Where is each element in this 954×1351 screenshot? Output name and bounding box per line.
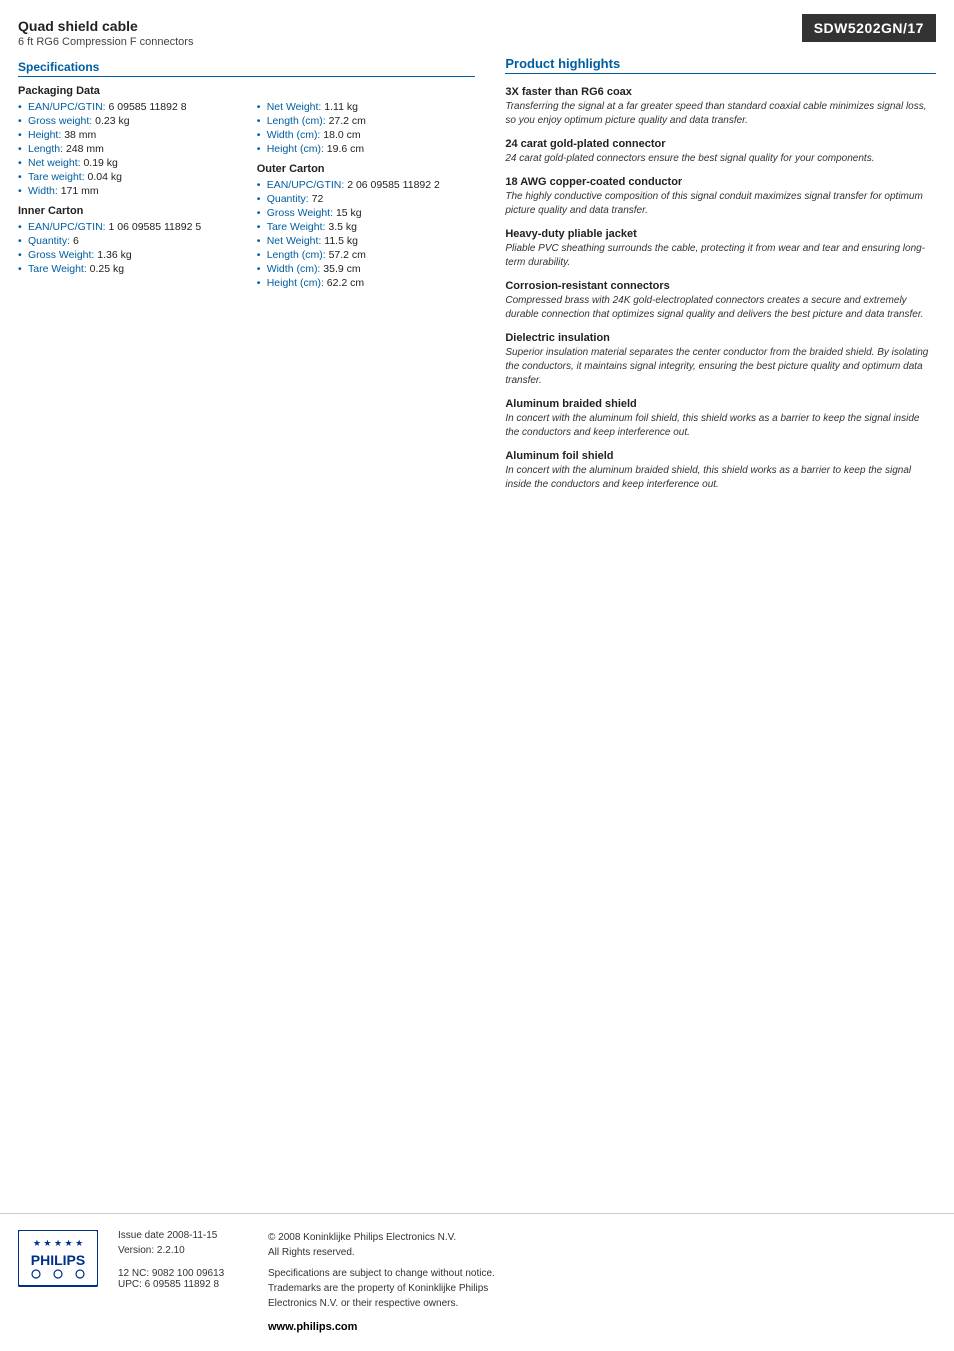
list-item: Net weight: 0.19 kg <box>18 157 237 169</box>
highlight-title: Corrosion-resistant connectors <box>505 280 936 292</box>
issue-date-value: 2008-11-15 <box>167 1230 217 1241</box>
highlight-item: Aluminum braided shield In concert with … <box>505 398 936 440</box>
list-item: Height: 38 mm <box>18 129 237 141</box>
issue-date-label: Issue date <box>118 1230 164 1241</box>
highlight-title: Dielectric insulation <box>505 332 936 344</box>
highlight-item: 3X faster than RG6 coax Transferring the… <box>505 86 936 128</box>
left-panel: Quad shield cable 6 ft RG6 Compression F… <box>18 18 495 1193</box>
highlight-desc: Transferring the signal at a far greater… <box>505 100 936 128</box>
version-label: Version: <box>118 1245 154 1256</box>
list-item: Width (cm): 18.0 cm <box>257 129 476 141</box>
list-item: Length: 248 mm <box>18 143 237 155</box>
highlight-desc: 24 carat gold-plated connectors ensure t… <box>505 152 936 166</box>
issue-date-row: Issue date 2008-11-15 <box>118 1230 248 1241</box>
highlight-desc: Pliable PVC sheathing surrounds the cabl… <box>505 242 936 270</box>
packaging-col2-list: Net Weight: 1.11 kg Length (cm): 27.2 cm W… <box>257 101 476 155</box>
list-item: Length (cm): 57.2 cm <box>257 249 476 261</box>
highlight-desc: Compressed brass with 24K gold-electropl… <box>505 294 936 322</box>
version-row: Version: 2.2.10 <box>118 1245 248 1256</box>
highlight-item: Dielectric insulation Superior insulatio… <box>505 332 936 388</box>
list-item: Tare Weight: 0.25 kg <box>18 263 237 275</box>
highlight-item: 24 carat gold-plated connector 24 carat … <box>505 138 936 166</box>
highlight-title: Aluminum foil shield <box>505 450 936 462</box>
philips-logo: ★ ★ ★ ★ ★ PHILIPS <box>18 1230 98 1293</box>
highlight-item: Aluminum foil shield In concert with the… <box>505 450 936 492</box>
packaging-col-left: EAN/UPC/GTIN: 6 09585 11892 8 Gross weigh… <box>18 101 237 297</box>
philips-logo-svg: ★ ★ ★ ★ ★ PHILIPS <box>18 1230 98 1290</box>
highlight-title: 18 AWG copper-coated conductor <box>505 176 936 188</box>
list-item: Gross Weight: 15 kg <box>257 207 476 219</box>
list-item: Length (cm): 27.2 cm <box>257 115 476 127</box>
packaging-list: EAN/UPC/GTIN: 6 09585 11892 8 Gross weigh… <box>18 101 237 197</box>
list-item: Quantity: 72 <box>257 193 476 205</box>
website: www.philips.com <box>268 1319 936 1336</box>
product-name: Quad shield cable <box>18 18 475 34</box>
list-item: Height (cm): 19.6 cm <box>257 143 476 155</box>
legal-text: Specifications are subject to change wit… <box>268 1266 936 1311</box>
svg-text:★ ★ ★ ★ ★: ★ ★ ★ ★ ★ <box>33 1238 83 1248</box>
highlight-desc: In concert with the aluminum braided shi… <box>505 464 936 492</box>
list-item: Tare Weight: 3.5 kg <box>257 221 476 233</box>
packaging-col-right: Net Weight: 1.11 kg Length (cm): 27.2 cm W… <box>257 101 476 297</box>
highlight-title: 3X faster than RG6 coax <box>505 86 936 98</box>
product-model-box: SDW5202GN/17 <box>802 14 936 42</box>
outer-carton-list: EAN/UPC/GTIN: 2 06 09585 11892 2 Quantity… <box>257 179 476 289</box>
footer-legal-area: © 2008 Koninklijke Philips Electronics N… <box>268 1230 936 1336</box>
right-panel: SDW5202GN/17 Product highlights 3X faste… <box>495 18 936 1193</box>
packaging-specs-area: EAN/UPC/GTIN: 6 09585 11892 8 Gross weigh… <box>18 101 475 297</box>
page-wrapper: Quad shield cable 6 ft RG6 Compression F… <box>0 0 954 1351</box>
list-item: Gross Weight: 1.36 kg <box>18 249 237 261</box>
highlight-desc: The highly conductive composition of thi… <box>505 190 936 218</box>
highlight-item: Corrosion-resistant connectors Compresse… <box>505 280 936 322</box>
list-item: Gross weight: 0.23 kg <box>18 115 237 127</box>
packaging-data-heading: Packaging Data <box>18 85 475 97</box>
list-item: Net Weight: 11.5 kg <box>257 235 476 247</box>
right-panel-inner: Product highlights 3X faster than RG6 co… <box>505 56 936 492</box>
footer: ★ ★ ★ ★ ★ PHILIPS Issue date 2008-11-15 … <box>0 1213 954 1351</box>
list-item: Quantity: 6 <box>18 235 237 247</box>
list-item: EAN/UPC/GTIN: 1 06 09585 11892 5 <box>18 221 237 233</box>
inner-carton-list: EAN/UPC/GTIN: 1 06 09585 11892 5 Quantity… <box>18 221 237 275</box>
highlight-title: Heavy-duty pliable jacket <box>505 228 936 240</box>
main-content: Quad shield cable 6 ft RG6 Compression F… <box>0 0 954 1193</box>
highlight-item: Heavy-duty pliable jacket Pliable PVC sh… <box>505 228 936 270</box>
specifications-heading: Specifications <box>18 60 475 77</box>
highlight-item: 18 AWG copper-coated conductor The highl… <box>505 176 936 218</box>
outer-carton-heading: Outer Carton <box>257 163 476 175</box>
highlights-list: 3X faster than RG6 coax Transferring the… <box>505 86 936 492</box>
version-value: 2.2.10 <box>157 1245 185 1256</box>
list-item: EAN/UPC/GTIN: 6 09585 11892 8 <box>18 101 237 113</box>
inner-carton-heading: Inner Carton <box>18 205 237 217</box>
highlight-desc: In concert with the aluminum foil shield… <box>505 412 936 440</box>
list-item: Width: 171 mm <box>18 185 237 197</box>
right-header-area: SDW5202GN/17 <box>505 18 936 56</box>
highlight-title: Aluminum braided shield <box>505 398 936 410</box>
highlight-title: 24 carat gold-plated connector <box>505 138 936 150</box>
footer-meta: Issue date 2008-11-15 Version: 2.2.10 12… <box>118 1230 248 1290</box>
product-subtitle: 6 ft RG6 Compression F connectors <box>18 36 475 48</box>
list-item: EAN/UPC/GTIN: 2 06 09585 11892 2 <box>257 179 476 191</box>
list-item: Net Weight: 1.11 kg <box>257 101 476 113</box>
copyright: © 2008 Koninklijke Philips Electronics N… <box>268 1230 936 1260</box>
list-item: Height (cm): 62.2 cm <box>257 277 476 289</box>
highlight-desc: Superior insulation material separates t… <box>505 346 936 388</box>
nc-upc: 12 NC: 9082 100 09613 UPC: 6 09585 11892… <box>118 1268 248 1290</box>
highlights-heading: Product highlights <box>505 56 936 74</box>
svg-text:PHILIPS: PHILIPS <box>31 1252 85 1268</box>
list-item: Width (cm): 35.9 cm <box>257 263 476 275</box>
list-item: Tare weight: 0.04 kg <box>18 171 237 183</box>
